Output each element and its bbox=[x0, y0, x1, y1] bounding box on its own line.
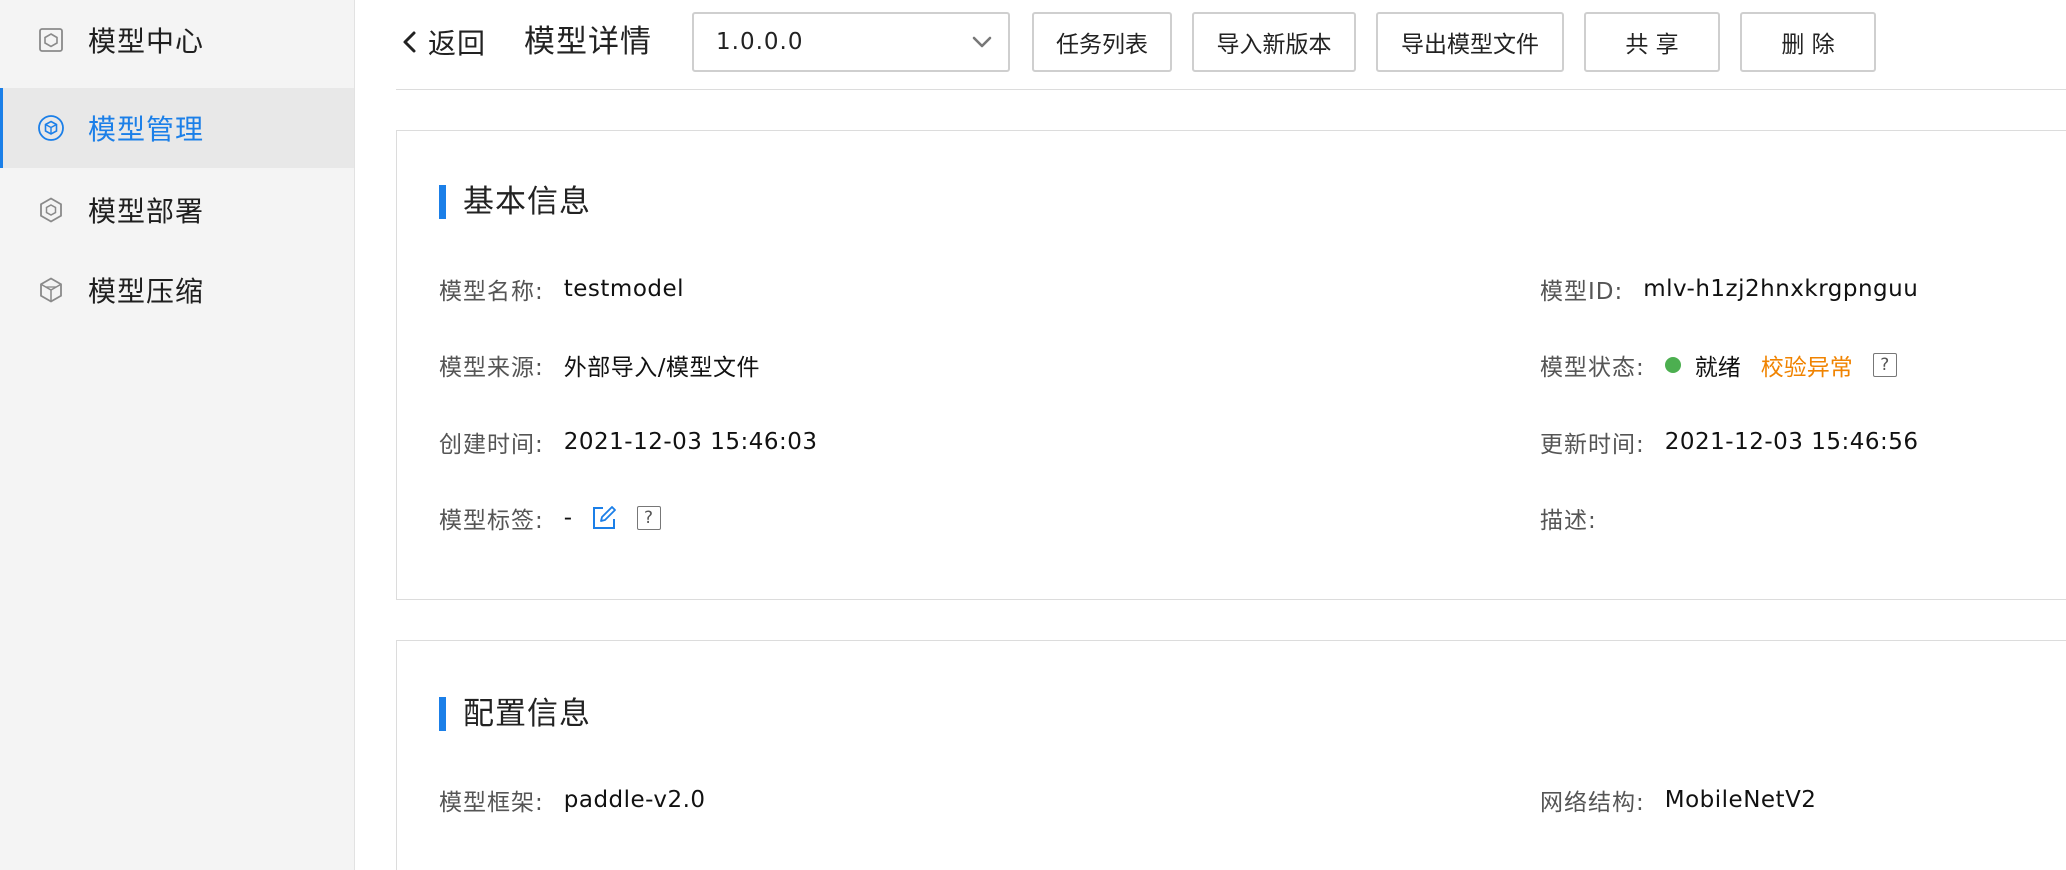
share-button[interactable]: 共 享 bbox=[1584, 12, 1720, 72]
sidebar-item-model-center[interactable]: 模型中心 bbox=[0, 0, 354, 80]
edit-icon[interactable] bbox=[591, 505, 617, 531]
field-label: 模型名称: bbox=[439, 279, 544, 305]
model-name-field: 模型名称: testmodel bbox=[439, 272, 684, 306]
sidebar: 模型中心 模型管理 模型部署 模型压缩 bbox=[0, 0, 355, 870]
export-file-button[interactable]: 导出模型文件 bbox=[1376, 12, 1564, 72]
model-center-icon bbox=[37, 26, 65, 54]
updated-at-value: 2021-12-03 15:46:56 bbox=[1664, 429, 1919, 455]
framework-value: paddle-v2.0 bbox=[563, 787, 706, 813]
sidebar-item-label: 模型管理 bbox=[88, 113, 205, 146]
status-ready-text: 就绪 bbox=[1694, 355, 1741, 381]
model-name-value: testmodel bbox=[563, 276, 685, 302]
model-id-field: 模型ID: mlv-h1zj2hnxkrgpnguu bbox=[1540, 272, 1918, 306]
basic-info-title: 基本信息 bbox=[439, 185, 591, 219]
basic-info-card: 基本信息 模型名称: testmodel 模型ID: mlv-h1zj2hnxk… bbox=[396, 130, 2066, 600]
version-select-value: 1.0.0.0 bbox=[716, 29, 804, 55]
model-tags-value: - bbox=[563, 505, 573, 531]
model-tags-field: 模型标签: - ? bbox=[439, 501, 661, 535]
sidebar-item-label: 模型中心 bbox=[88, 25, 205, 58]
field-label: 模型框架: bbox=[439, 790, 544, 816]
field-label: 模型ID: bbox=[1540, 279, 1624, 305]
model-manage-icon bbox=[37, 114, 65, 142]
field-label: 模型标签: bbox=[439, 508, 544, 534]
config-info-card: 配置信息 模型框架: paddle-v2.0 网络结构: MobileNetV2 bbox=[396, 640, 2066, 870]
delete-button[interactable]: 删 除 bbox=[1740, 12, 1876, 72]
config-info-title: 配置信息 bbox=[439, 697, 591, 731]
status-dot bbox=[1664, 357, 1681, 373]
model-source-value: 外部导入/模型文件 bbox=[563, 355, 760, 381]
validation-error-link[interactable]: 校验异常 bbox=[1761, 348, 1853, 382]
model-source-field: 模型来源: 外部导入/模型文件 bbox=[439, 348, 760, 382]
chevron-left-icon bbox=[396, 28, 424, 56]
network-value: MobileNetV2 bbox=[1664, 787, 1817, 813]
back-button[interactable]: 返回 bbox=[396, 20, 486, 64]
model-id-value: mlv-h1zj2hnxkrgpnguu bbox=[1643, 276, 1919, 302]
model-status-field: 模型状态: 就绪 校验异常 ? bbox=[1540, 348, 1897, 382]
field-label: 模型来源: bbox=[439, 355, 544, 381]
updated-at-field: 更新时间: 2021-12-03 15:46:56 bbox=[1540, 425, 1919, 459]
field-label: 模型状态: bbox=[1540, 355, 1645, 381]
framework-field: 模型框架: paddle-v2.0 bbox=[439, 783, 706, 817]
sidebar-item-model-compress[interactable]: 模型压缩 bbox=[0, 250, 354, 330]
task-list-button[interactable]: 任务列表 bbox=[1032, 12, 1172, 72]
field-label: 描述: bbox=[1540, 508, 1597, 534]
sidebar-item-label: 模型压缩 bbox=[88, 275, 205, 308]
field-label: 创建时间: bbox=[439, 432, 544, 458]
version-select[interactable]: 1.0.0.0 bbox=[692, 12, 1010, 72]
field-label: 更新时间: bbox=[1540, 432, 1645, 458]
description-field: 描述: bbox=[1540, 501, 1617, 535]
page-title: 模型详情 bbox=[524, 24, 652, 60]
created-at-value: 2021-12-03 15:46:03 bbox=[563, 429, 818, 455]
model-deploy-icon bbox=[37, 196, 65, 224]
sidebar-item-model-deploy[interactable]: 模型部署 bbox=[0, 170, 354, 250]
chevron-down-icon bbox=[970, 30, 994, 54]
sidebar-item-label: 模型部署 bbox=[88, 195, 205, 228]
top-toolbar: 返回 模型详情 1.0.0.0 任务列表 导入新版本 导出模型文件 共 享 删 … bbox=[396, 0, 2066, 90]
field-label: 网络结构: bbox=[1540, 790, 1645, 816]
sidebar-item-model-manage[interactable]: 模型管理 bbox=[0, 88, 354, 168]
back-label: 返回 bbox=[428, 27, 487, 60]
network-field: 网络结构: MobileNetV2 bbox=[1540, 783, 1816, 817]
help-icon[interactable]: ? bbox=[1872, 353, 1897, 377]
import-version-button[interactable]: 导入新版本 bbox=[1192, 12, 1356, 72]
model-compress-icon bbox=[37, 276, 65, 304]
created-at-field: 创建时间: 2021-12-03 15:46:03 bbox=[439, 425, 818, 459]
help-icon[interactable]: ? bbox=[636, 506, 661, 530]
